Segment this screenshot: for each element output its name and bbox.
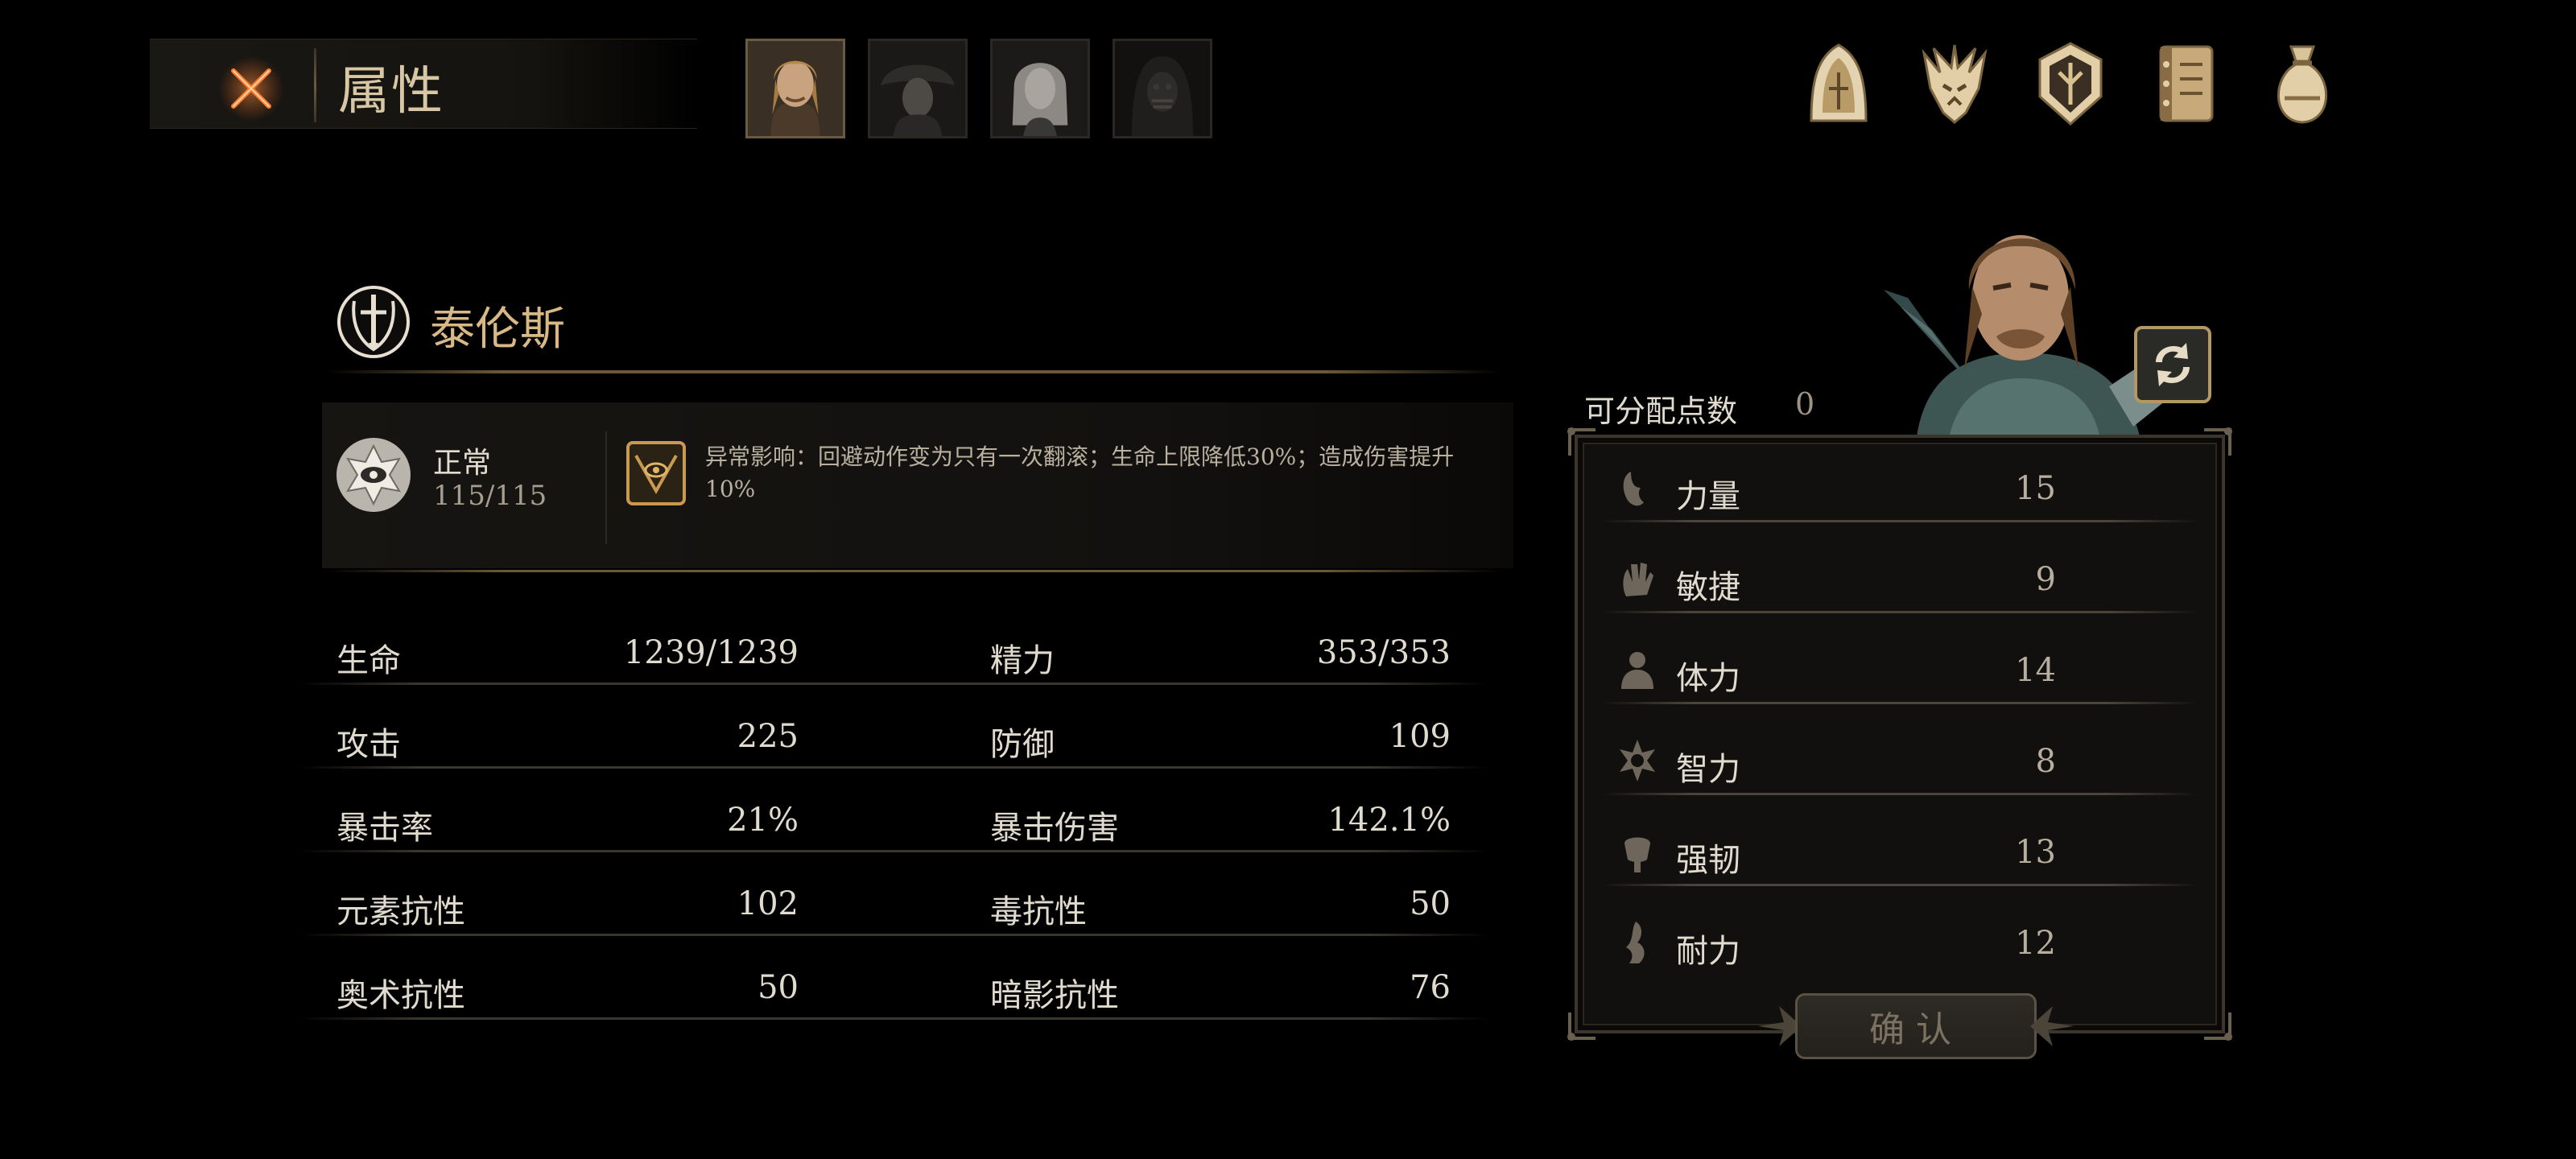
corner-ornament: [1567, 1013, 1596, 1041]
class-emblem: [336, 285, 411, 359]
skill-tree-icon: [1810, 43, 1868, 122]
masked-figure-portrait-icon: [1115, 41, 1210, 136]
stat-value: 21%: [727, 802, 799, 839]
page-title: 属性: [338, 62, 444, 122]
character-tab-swordsman[interactable]: [745, 39, 845, 138]
attribute-row-divider: [1602, 793, 2198, 795]
confirm-label: 确认: [1869, 1009, 1963, 1050]
status-effect-text: 异常影响：回避动作变为只有一次翻滚；生命上限降低30%；造成伤害提升10%: [705, 443, 1455, 502]
stat-row-divider: [298, 766, 1489, 769]
header-divider: [314, 48, 316, 122]
attribute-label: 体力: [1676, 660, 1740, 697]
confirm-button[interactable]: 确认: [1795, 993, 2037, 1059]
attribute-row-divider: [1602, 611, 2198, 613]
stat-value: 142.1%: [1327, 802, 1451, 839]
points-value: 0: [1795, 386, 1815, 422]
confirm-ornament-right: [2030, 1006, 2074, 1046]
attribute-panel: [1575, 435, 2225, 1033]
corner-ornament: [1567, 427, 1596, 456]
refresh-icon: [2134, 326, 2211, 403]
status-name: 正常: [433, 447, 492, 480]
emblem-button[interactable]: [2032, 40, 2109, 127]
inventory-button[interactable]: [2264, 40, 2341, 127]
attribute-value: 15: [2015, 470, 2056, 507]
stat-label: 毒抗性: [990, 893, 1087, 930]
stat-value: 50: [1410, 885, 1451, 922]
hooded-woman-portrait-icon: [870, 41, 965, 136]
sword-emblem-icon: [337, 286, 410, 358]
swordsman-portrait-icon: [748, 41, 843, 136]
attribute-label: 力量: [1676, 478, 1740, 515]
attribute-row-divider: [1602, 884, 2198, 886]
stat-label: 攻击: [336, 726, 401, 763]
name-divider: [325, 370, 1501, 373]
agility-icon: [1623, 563, 1653, 596]
toughness-icon: [1624, 837, 1650, 872]
stat-row-divider: [298, 934, 1489, 936]
beast-icon: [1922, 44, 1988, 124]
attribute-value: 9: [2035, 561, 2056, 598]
close-button[interactable]: [217, 55, 285, 122]
attribute-row-divider: [1602, 702, 2198, 704]
intellect-icon: [1620, 740, 1655, 782]
stat-label: 防御: [990, 726, 1055, 763]
stat-value: 109: [1389, 718, 1451, 755]
close-icon: [219, 56, 283, 121]
attribute-value: 14: [2015, 652, 2056, 689]
attribute-value: 8: [2035, 743, 2056, 780]
endurance-icon: [1626, 922, 1645, 963]
stat-row-divider: [298, 1017, 1489, 1020]
stat-value: 225: [737, 718, 799, 755]
attribute-value: 13: [2015, 834, 2056, 871]
character-tab-pale-woman[interactable]: [990, 39, 1090, 138]
attribute-row-divider: [1602, 520, 2198, 522]
status-value: 115/115: [433, 480, 547, 512]
attribute-label: 智力: [1676, 751, 1740, 788]
points-label: 可分配点数: [1584, 394, 1738, 429]
stat-label: 元素抗性: [336, 893, 465, 930]
loot-bag-icon: [2277, 45, 2327, 124]
stat-value: 76: [1410, 969, 1451, 1006]
status-badge: [333, 435, 414, 515]
stat-value: 50: [758, 969, 799, 1006]
stat-value: 1239/1239: [623, 634, 799, 671]
pale-woman-portrait-icon: [993, 41, 1088, 136]
effect-badge: [625, 439, 687, 507]
strength-icon: [1623, 472, 1644, 506]
stat-value: 353/353: [1316, 634, 1451, 671]
stat-value: 102: [737, 885, 799, 922]
status-separator: [605, 431, 607, 544]
codex-button[interactable]: [2148, 40, 2225, 127]
skill-tree-button[interactable]: [1800, 40, 1877, 127]
beast-button[interactable]: [1916, 40, 1993, 127]
attribute-label: 耐力: [1676, 933, 1740, 970]
swap-character-button[interactable]: [2133, 325, 2212, 404]
stat-label: 暴击率: [336, 810, 433, 847]
stat-row-divider: [298, 683, 1489, 685]
attribute-label: 强韧: [1676, 842, 1740, 879]
corner-ornament: [2204, 427, 2232, 456]
stat-label: 暴击伤害: [990, 810, 1119, 847]
emblem-shield-icon: [2038, 42, 2103, 126]
codex-book-icon: [2159, 45, 2214, 122]
character-tab-hooded-woman[interactable]: [868, 39, 968, 138]
corner-ornament: [2204, 1013, 2232, 1041]
character-name: 泰伦斯: [430, 303, 565, 356]
vitality-icon: [1621, 652, 1653, 689]
character-tab-masked-figure[interactable]: [1113, 39, 1212, 138]
stat-label: 生命: [336, 642, 401, 679]
status-eye-icon: [336, 438, 411, 512]
attribute-value: 12: [2015, 925, 2056, 962]
stat-row-divider: [298, 850, 1489, 852]
effect-eye-icon: [626, 441, 686, 505]
status-divider: [325, 570, 1501, 572]
stat-label: 奥术抗性: [336, 977, 465, 1014]
stat-label: 精力: [990, 642, 1055, 679]
stat-label: 暗影抗性: [990, 977, 1119, 1014]
attribute-label: 敏捷: [1676, 569, 1740, 606]
